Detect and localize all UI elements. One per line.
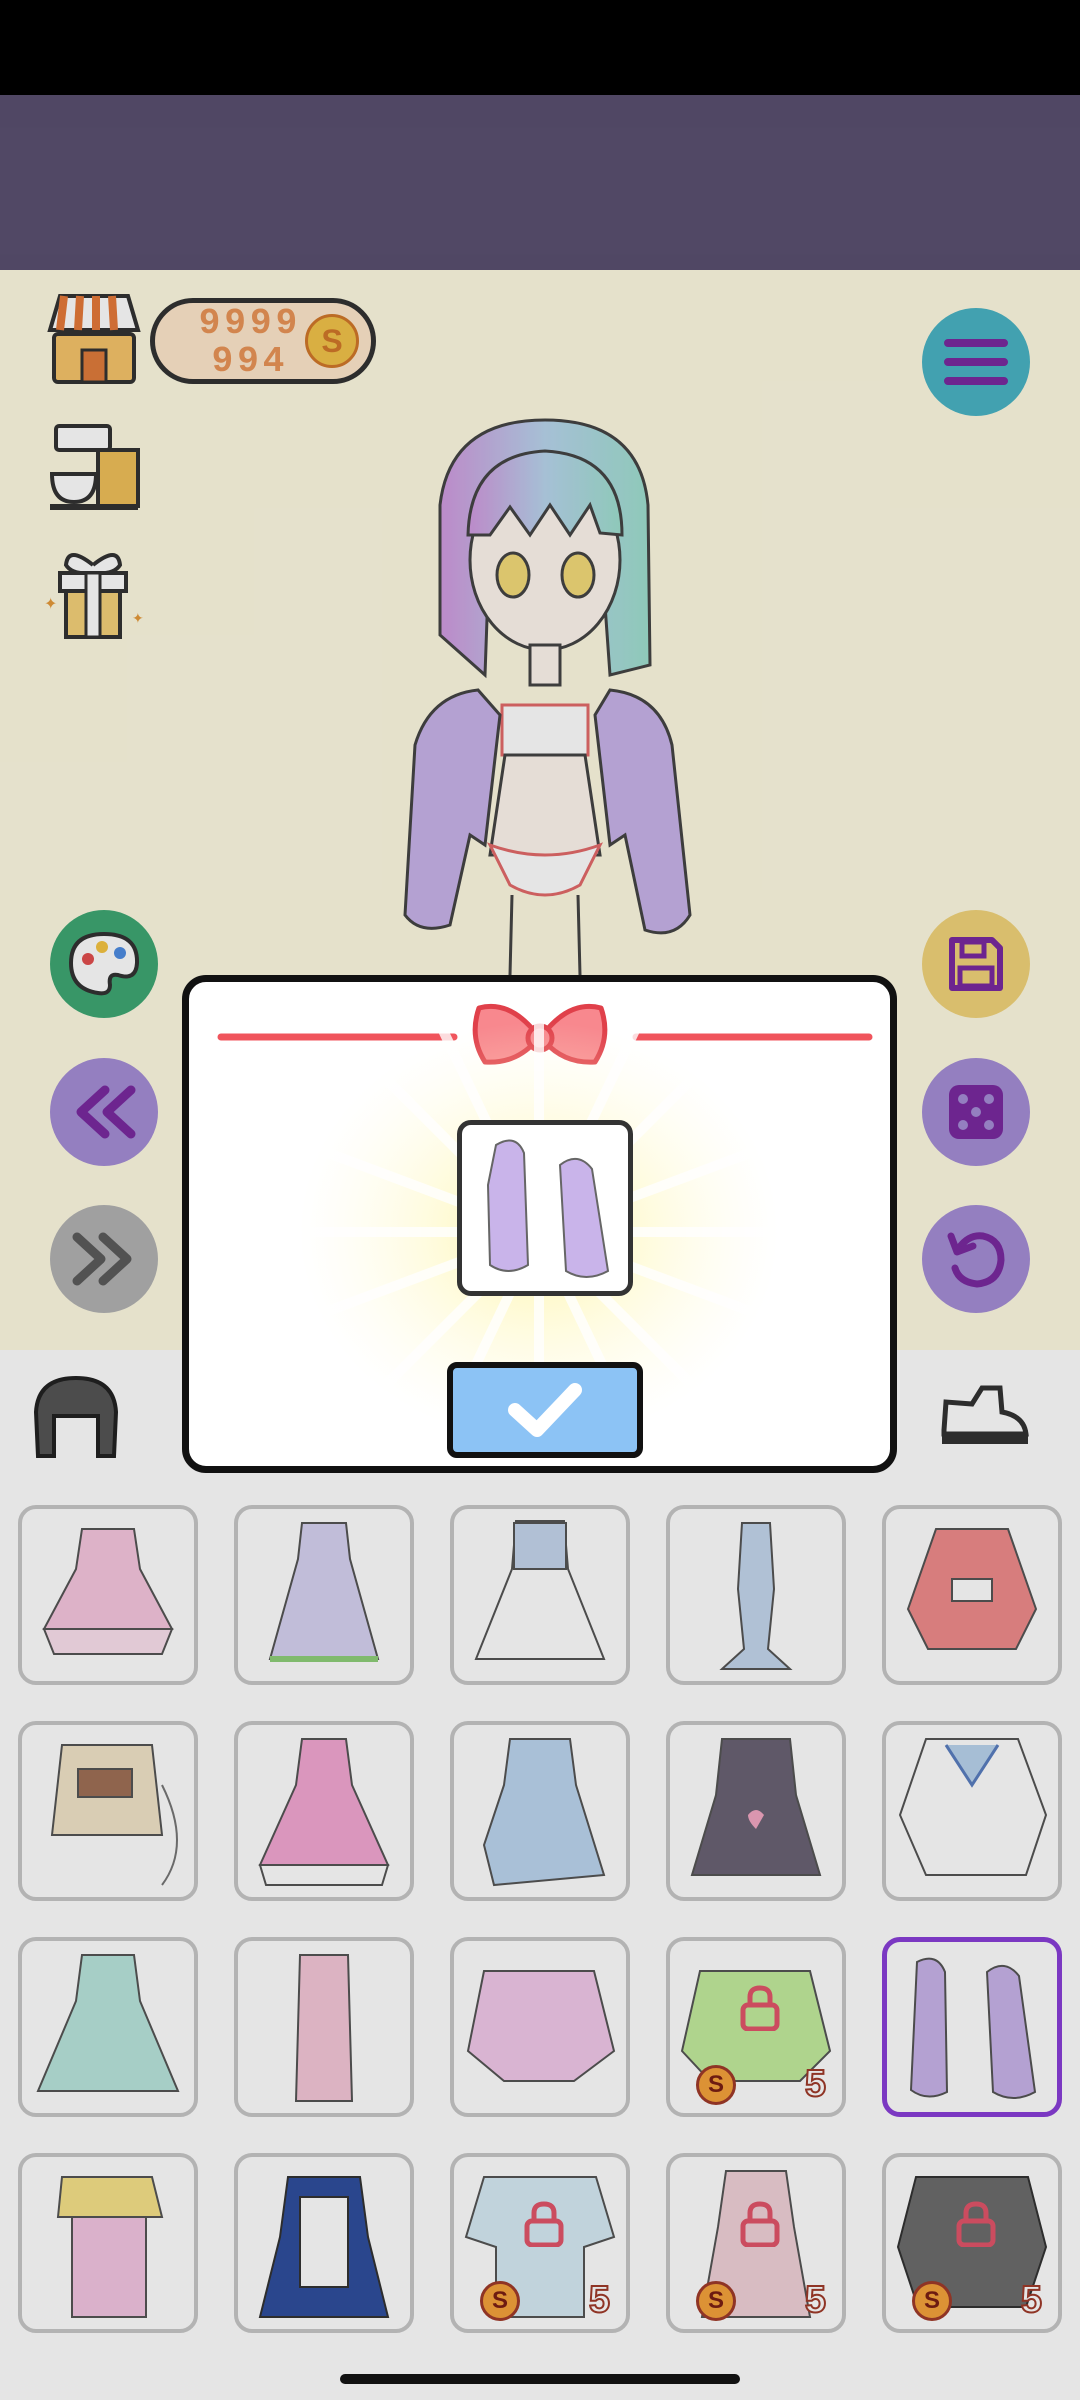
purple-jacket-icon	[486, 1139, 610, 1278]
checkmark-icon	[508, 1383, 582, 1437]
item-unlocked-dialog	[182, 975, 897, 1473]
confirm-button[interactable]	[447, 1362, 643, 1458]
reward-item-preview	[457, 1120, 633, 1296]
home-indicator[interactable]	[340, 2374, 740, 2384]
